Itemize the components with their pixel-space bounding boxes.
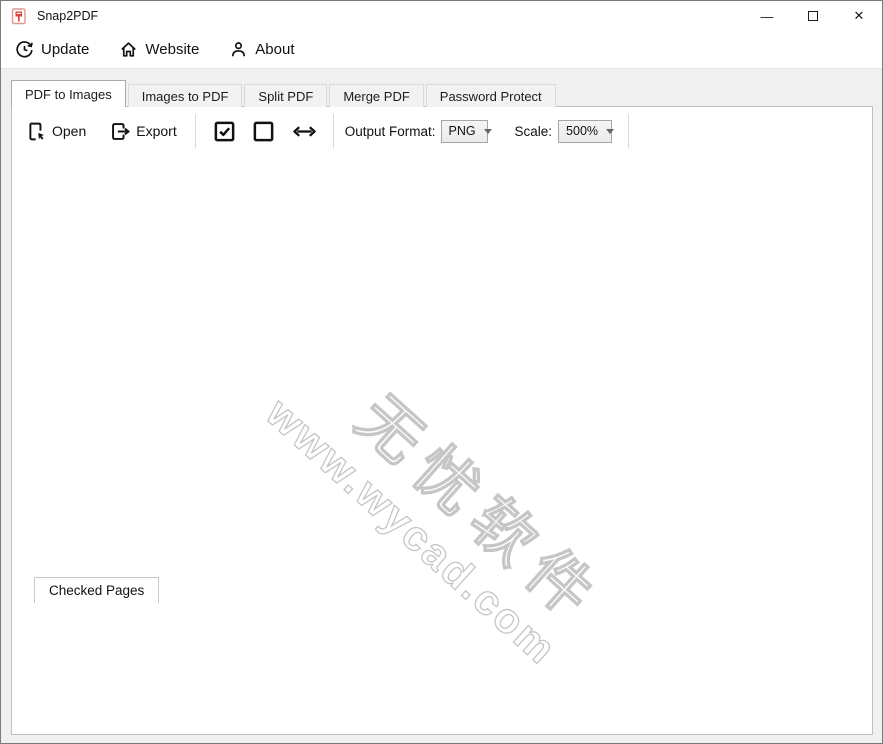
chevron-down-icon [606,129,614,134]
menu-item-label: Update [41,41,89,58]
uncheck-all-button[interactable] [252,120,275,143]
home-icon [119,40,138,59]
tab-page-pdf-to-images [11,106,873,735]
minimize-button[interactable]: — [744,1,790,31]
maximize-button[interactable] [790,1,836,31]
window-title: Snap2PDF [37,9,98,23]
menu-item-website[interactable]: Website [119,40,199,59]
tab-label: PDF to Images [25,87,112,102]
menu-item-update[interactable]: Update [15,40,89,59]
close-icon: ✕ [854,8,865,24]
tab-pdf-to-images[interactable]: PDF to Images [11,80,126,107]
tabstrip: PDF to Images Images to PDF Split PDF Me… [11,80,558,107]
export-icon [110,121,131,142]
toolbar: Open Export [12,107,872,155]
titlebar: Snap2PDF — ✕ [1,1,882,31]
menu-item-label: About [255,41,294,58]
scale-label: Scale: [515,124,553,139]
output-format-label: Output Format: [345,124,436,139]
minimize-icon: — [761,9,774,24]
invert-selection-icon [291,120,318,143]
checked-pages-tab-label: Checked Pages [49,583,144,598]
tab-password-protect[interactable]: Password Protect [426,84,556,107]
toolbar-separator [195,114,196,148]
menubar: Update Website About [1,31,882,69]
tab-merge-pdf[interactable]: Merge PDF [329,84,423,107]
menu-item-about[interactable]: About [229,40,294,59]
window-controls: — ✕ [744,1,882,31]
scale-value: 500% [566,124,598,138]
tab-label: Split PDF [258,89,313,104]
uncheck-all-icon [252,120,275,143]
open-button-label: Open [52,123,86,139]
update-icon [15,40,34,59]
open-button[interactable]: Open [26,121,86,142]
toolbar-separator [628,114,629,148]
checked-pages-tab[interactable]: Checked Pages [34,577,159,603]
tab-split-pdf[interactable]: Split PDF [244,84,327,107]
tab-label: Password Protect [440,89,542,104]
output-format-dropdown[interactable]: PNG [441,120,488,143]
toolbar-separator [333,114,334,148]
person-icon [229,40,248,59]
close-button[interactable]: ✕ [836,1,882,31]
export-button-label: Export [136,123,176,139]
tab-images-to-pdf[interactable]: Images to PDF [128,84,243,107]
pdf-app-icon [11,8,28,25]
tab-label: Merge PDF [343,89,409,104]
maximize-icon [808,11,818,21]
menu-item-label: Website [145,41,199,58]
export-button[interactable]: Export [110,121,176,142]
chevron-down-icon [484,129,492,134]
check-all-button[interactable] [213,120,236,143]
scale-dropdown[interactable]: 500% [558,120,612,143]
tab-label: Images to PDF [142,89,229,104]
app-window: Snap2PDF — ✕ Update [0,0,883,744]
invert-selection-button[interactable] [291,120,318,143]
output-format-value: PNG [449,124,476,138]
open-file-icon [26,121,47,142]
check-all-icon [213,120,236,143]
